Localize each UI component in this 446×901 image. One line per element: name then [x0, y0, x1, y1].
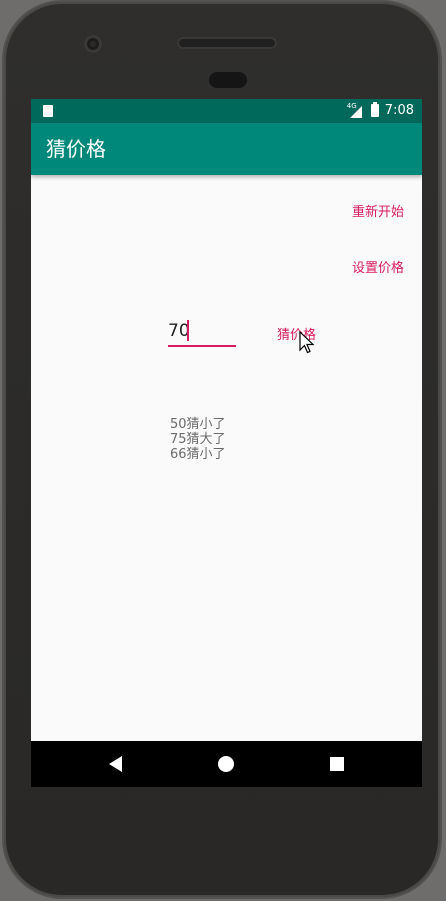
history-item: 75猜大了 [170, 432, 226, 447]
home-icon[interactable] [218, 756, 234, 772]
status-bar: 4G 7:08 [31, 99, 422, 123]
set-price-button[interactable]: 设置价格 [352, 257, 404, 276]
mouse-pointer-icon [299, 331, 315, 354]
app-title: 猜价格 [46, 137, 106, 161]
sd-card-icon [43, 105, 53, 117]
front-camera [84, 35, 102, 53]
battery-icon [370, 102, 379, 117]
back-icon[interactable] [109, 756, 122, 772]
text-caret [187, 320, 189, 341]
device-screen: 4G 7:08 猜价格 重新开始 设置价格 70 猜价格 50猜小了 75猜大了… [31, 99, 422, 787]
restart-button[interactable]: 重新开始 [352, 201, 404, 220]
history-item: 50猜小了 [170, 417, 226, 432]
navigation-bar [31, 741, 422, 787]
phone-frame: 4G 7:08 猜价格 重新开始 设置价格 70 猜价格 50猜小了 75猜大了… [4, 2, 440, 897]
earpiece-speaker [177, 37, 277, 49]
history-item: 66猜小了 [170, 447, 226, 462]
guess-history: 50猜小了 75猜大了 66猜小了 [170, 417, 226, 462]
recent-apps-icon[interactable] [330, 757, 344, 771]
proximity-sensor [209, 72, 247, 88]
signal-icon: 4G [347, 102, 365, 118]
status-time: 7:08 [384, 103, 414, 118]
price-input[interactable]: 70 [168, 315, 236, 347]
status-icons: 4G 7:08 [347, 102, 414, 119]
app-bar: 猜价格 [31, 123, 422, 175]
